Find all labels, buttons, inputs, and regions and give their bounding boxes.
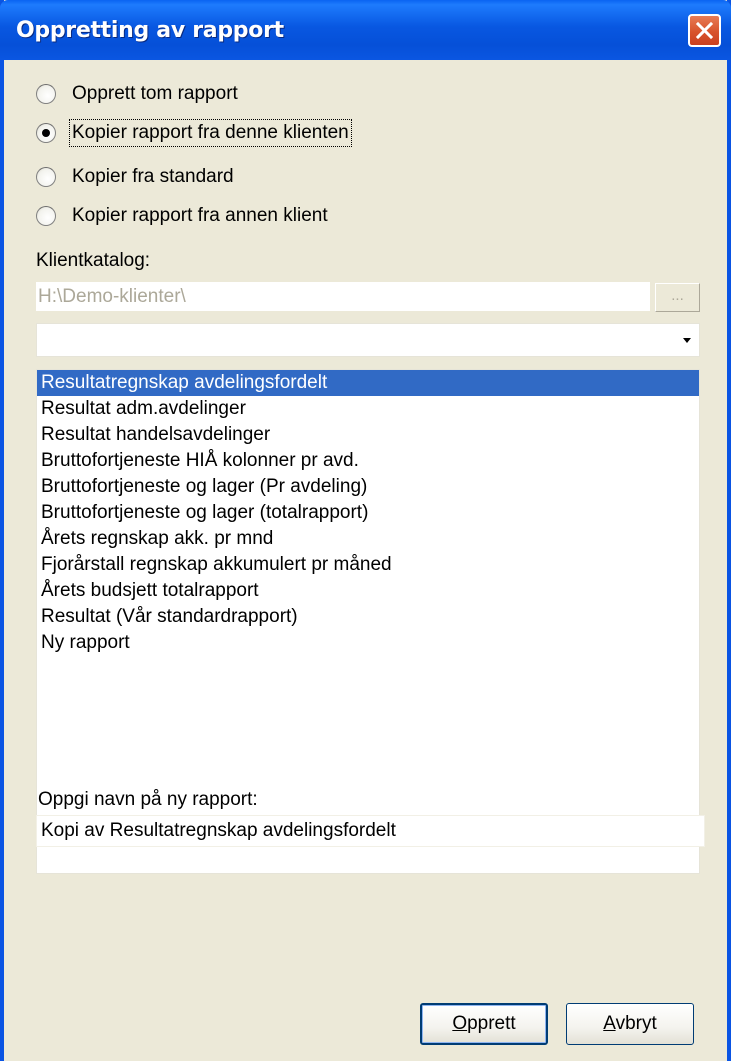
list-item[interactable]: Årets budsjett totalrapport [37, 578, 699, 604]
list-item[interactable]: Resultatregnskap avdelingsfordelt [37, 370, 699, 396]
option-label: Kopier fra standard [72, 166, 234, 187]
cancel-button-mnemonic: A [603, 1013, 616, 1034]
list-item[interactable]: Resultat adm.avdelinger [37, 396, 699, 422]
option-label: Kopier rapport fra annen klient [72, 205, 328, 226]
list-item[interactable]: Resultat (Vår standardrapport) [37, 604, 699, 630]
option-copy-this-client[interactable]: Kopier rapport fra denne klienten [36, 119, 352, 147]
radio-button[interactable] [36, 84, 56, 104]
new-name-label: Oppgi navn på ny rapport: [38, 789, 258, 810]
option-copy-standard[interactable]: Kopier fra standard [36, 163, 236, 191]
cancel-button[interactable]: Avbryt [566, 1003, 694, 1045]
client-catalog-path-input[interactable]: H:\Demo-klienter\ [36, 282, 650, 311]
option-copy-other-client[interactable]: Kopier rapport fra annen klient [36, 202, 330, 230]
option-label: Opprett tom rapport [72, 83, 238, 104]
browse-button[interactable]: ... [655, 283, 700, 312]
list-item[interactable]: Ny rapport [37, 630, 699, 656]
radio-button[interactable] [36, 206, 56, 226]
radio-button[interactable] [36, 167, 56, 187]
new-report-name-input[interactable]: Kopi av Resultatregnskap avdelingsfordel… [36, 815, 705, 847]
list-item[interactable]: Resultat handelsavdelinger [37, 422, 699, 448]
title-bar[interactable]: Oppretting av rapport [0, 0, 731, 60]
option-label: Kopier rapport fra denne klienten [69, 119, 352, 147]
close-icon [695, 21, 714, 40]
create-button-mnemonic: O [452, 1013, 468, 1034]
list-item[interactable]: Årets regnskap akk. pr mnd [37, 526, 699, 552]
list-item[interactable]: Bruttofortjeneste og lager (totalrapport… [37, 500, 699, 526]
create-button-label: pprett [467, 1013, 516, 1034]
cancel-button-label: vbryt [615, 1013, 657, 1034]
window-title: Oppretting av rapport [16, 18, 284, 43]
option-empty-report[interactable]: Opprett tom rapport [36, 80, 240, 108]
list-item[interactable]: Fjorårstall regnskap akkumulert pr måned [37, 552, 699, 578]
chevron-down-icon[interactable] [683, 338, 691, 343]
client-select-combobox[interactable] [36, 323, 700, 357]
radio-button-checked[interactable] [36, 123, 56, 143]
create-button[interactable]: Opprett [420, 1003, 548, 1045]
list-item[interactable]: Bruttofortjeneste og lager (Pr avdeling) [37, 474, 699, 500]
list-item[interactable]: Bruttofortjeneste HIÅ kolonner pr avd. [37, 448, 699, 474]
close-button[interactable] [688, 14, 721, 47]
client-catalog-label: Klientkatalog: [36, 250, 151, 271]
